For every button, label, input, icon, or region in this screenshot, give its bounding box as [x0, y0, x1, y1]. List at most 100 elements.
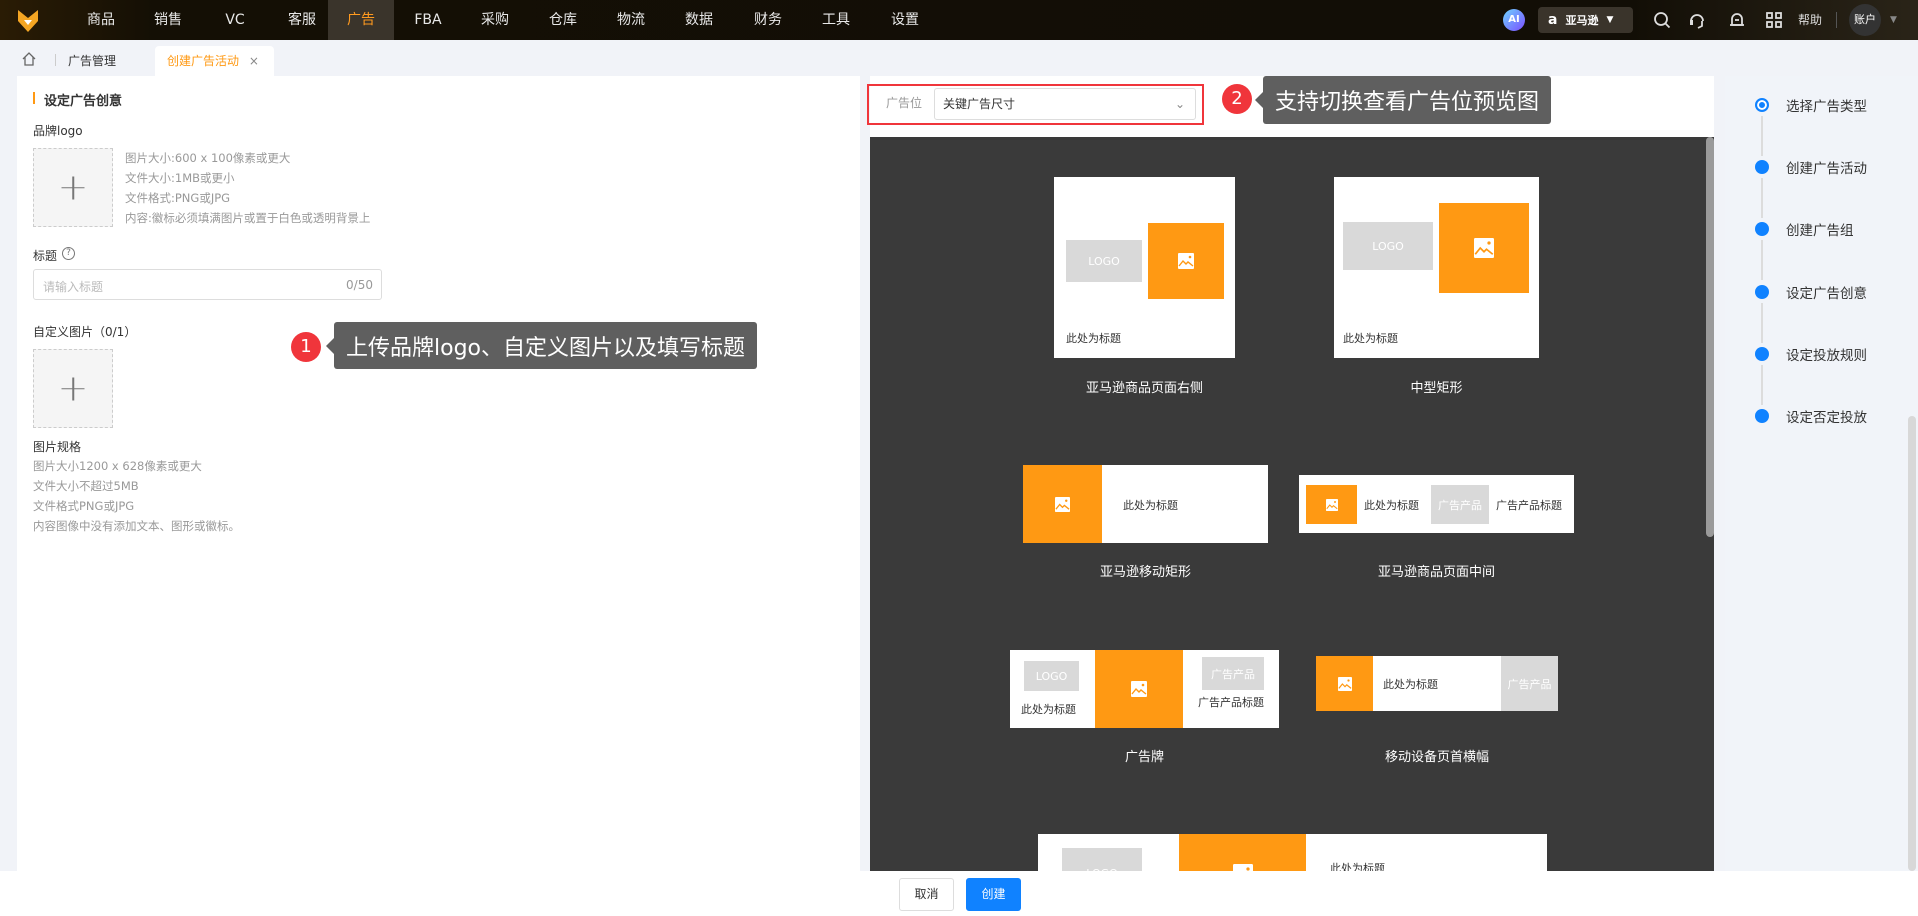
preview-scrollbar[interactable]: [1706, 137, 1714, 537]
logo-placeholder: LOGO: [1024, 661, 1079, 691]
image-placeholder: [1148, 223, 1224, 299]
placement-select[interactable]: 关键广告尺寸 ⌄: [934, 88, 1196, 120]
caption: 移动设备页首横幅: [1384, 750, 1489, 765]
placement-label: 广告位: [886, 96, 923, 110]
divider: [1836, 12, 1837, 28]
tab-bar: 广告管理 创建广告活动 ×: [0, 40, 1918, 76]
footer: 取消 创建: [0, 871, 1918, 916]
marketplace-label: 亚马逊: [1565, 14, 1599, 27]
image-icon: [1474, 238, 1494, 258]
step-label: 创建广告活动: [1786, 161, 1867, 177]
nav-item-purchase[interactable]: 采购: [462, 0, 528, 40]
step-dot-icon: [1755, 409, 1769, 423]
step-3[interactable]: 创建广告组: [1755, 219, 1854, 239]
home-icon[interactable]: [22, 52, 36, 66]
image-icon: [1055, 496, 1070, 512]
step-connector: [1761, 365, 1763, 405]
logo-placeholder: LOGO: [1062, 848, 1142, 871]
step-4[interactable]: 设定广告创意: [1755, 282, 1867, 302]
ai-button[interactable]: AI: [1503, 9, 1525, 31]
nav-item-sales[interactable]: 销售: [135, 0, 201, 40]
step-connector: [1761, 303, 1763, 343]
title-char-count: 0/50: [346, 278, 373, 292]
logo-placeholder: LOGO: [1343, 222, 1433, 270]
ad-title: 此处为标题: [1343, 332, 1398, 345]
bell-icon[interactable]: [1728, 11, 1746, 29]
step-connector: [1761, 116, 1763, 156]
page-scrollbar[interactable]: [1908, 416, 1916, 871]
step-connector: [1761, 240, 1763, 280]
cancel-button[interactable]: 取消: [899, 878, 954, 911]
image-placeholder: [1316, 656, 1373, 711]
preview-medium-rectangle: LOGO 此处为标题: [1334, 177, 1539, 358]
fox-logo-icon[interactable]: [17, 9, 39, 33]
annotation-badge-1: 1: [291, 332, 321, 362]
ad-title: 此处为标题: [1066, 332, 1121, 345]
section-title: 设定广告创意: [44, 94, 123, 109]
step-dot-icon: [1755, 222, 1769, 236]
close-icon[interactable]: ×: [249, 54, 259, 68]
help-icon[interactable]: ?: [62, 247, 75, 260]
help-link[interactable]: 帮助: [1798, 0, 1822, 40]
step-6[interactable]: 设定否定投放: [1755, 406, 1867, 426]
creative-form: 设定广告创意 品牌logo 图片大小:600 x 100像素或更大 文件大小:1…: [17, 76, 860, 871]
headset-icon[interactable]: [1688, 11, 1706, 29]
image-placeholder: [1023, 465, 1102, 543]
preview-mobile-header-banner: 此处为标题 广告产品: [1316, 656, 1558, 711]
hint-line: 文件格式:PNG或JPG: [125, 191, 231, 205]
caption: 亚马逊移动矩形: [1099, 565, 1191, 580]
nav-item-fba[interactable]: FBA: [395, 0, 461, 40]
account-avatar[interactable]: 账户: [1849, 4, 1881, 36]
placement-value: 关键广告尺寸: [943, 97, 1016, 111]
nav-item-products[interactable]: 商品: [68, 0, 134, 40]
brand-logo-upload[interactable]: [33, 148, 113, 227]
apps-grid-icon[interactable]: [1765, 11, 1783, 29]
account-caret-icon[interactable]: ▼: [1890, 0, 1897, 40]
step-1[interactable]: 选择广告类型: [1755, 95, 1867, 115]
title-input[interactable]: 请输入标题 0/50: [33, 269, 382, 300]
spec-line: 文件格式PNG或JPG: [33, 499, 135, 513]
nav-item-service[interactable]: 客服: [269, 0, 335, 40]
preview-canvas: LOGO 此处为标题 亚马逊商品页面右侧 LOGO 此处为标题 中型矩形 此处为…: [870, 137, 1714, 871]
step-dot-icon: [1755, 347, 1769, 361]
custom-image-upload[interactable]: [33, 349, 113, 428]
step-2[interactable]: 创建广告活动: [1755, 157, 1867, 177]
tab-label: 创建广告活动: [167, 54, 240, 68]
step-label: 设定投放规则: [1786, 348, 1867, 364]
preview-product-page-right: LOGO 此处为标题: [1054, 177, 1235, 358]
brand-logo-hints: 图片大小:600 x 100像素或更大 文件大小:1MB或更小 文件格式:PNG…: [125, 148, 370, 228]
nav-item-data[interactable]: 数据: [666, 0, 732, 40]
step-current-icon: [1755, 98, 1769, 112]
annotation-tooltip-1: 上传品牌logo、自定义图片以及填写标题: [326, 322, 757, 369]
caption: 广告牌: [1124, 750, 1164, 765]
create-button[interactable]: 创建: [966, 878, 1021, 911]
step-label: 选择广告类型: [1786, 99, 1867, 115]
nav-item-settings[interactable]: 设置: [872, 0, 938, 40]
ad-title: 此处为标题: [1383, 678, 1438, 691]
caption: 亚马逊商品页面右侧: [1085, 381, 1203, 396]
hint-line: 图片大小:600 x 100像素或更大: [125, 151, 291, 165]
search-icon[interactable]: [1653, 11, 1671, 29]
preview-billboard: LOGO 此处为标题 广告产品 广告产品标题: [1010, 650, 1279, 728]
marketplace-select[interactable]: a 亚马逊 ▼: [1538, 7, 1633, 33]
nav-item-finance[interactable]: 财务: [735, 0, 801, 40]
nav-item-tools[interactable]: 工具: [803, 0, 869, 40]
image-placeholder: [1095, 650, 1183, 728]
section-accent-bar: [33, 92, 35, 104]
image-icon: [1178, 253, 1194, 269]
tab-create-campaign[interactable]: 创建广告活动 ×: [155, 46, 274, 76]
tab-ad-management[interactable]: 广告管理: [68, 46, 116, 76]
nav-item-logistics[interactable]: 物流: [598, 0, 664, 40]
step-5[interactable]: 设定投放规则: [1755, 344, 1867, 364]
nav-item-warehouse[interactable]: 仓库: [530, 0, 596, 40]
product-title: 广告产品标题: [1198, 696, 1264, 709]
preview-product-page-middle: 此处为标题 广告产品 广告产品标题: [1299, 475, 1574, 533]
nav-item-vc[interactable]: VC: [202, 0, 268, 40]
amazon-icon: a: [1548, 12, 1558, 28]
caption: 亚马逊商品页面中间: [1377, 565, 1495, 580]
title-placeholder: 请输入标题: [43, 280, 104, 294]
preview-wide-banner: LOGO 此处为标题: [1038, 834, 1547, 871]
nav-item-ads[interactable]: 广告: [328, 0, 394, 40]
spec-line: 文件大小不超过5MB: [33, 479, 139, 493]
spec-title: 图片规格: [33, 440, 82, 454]
